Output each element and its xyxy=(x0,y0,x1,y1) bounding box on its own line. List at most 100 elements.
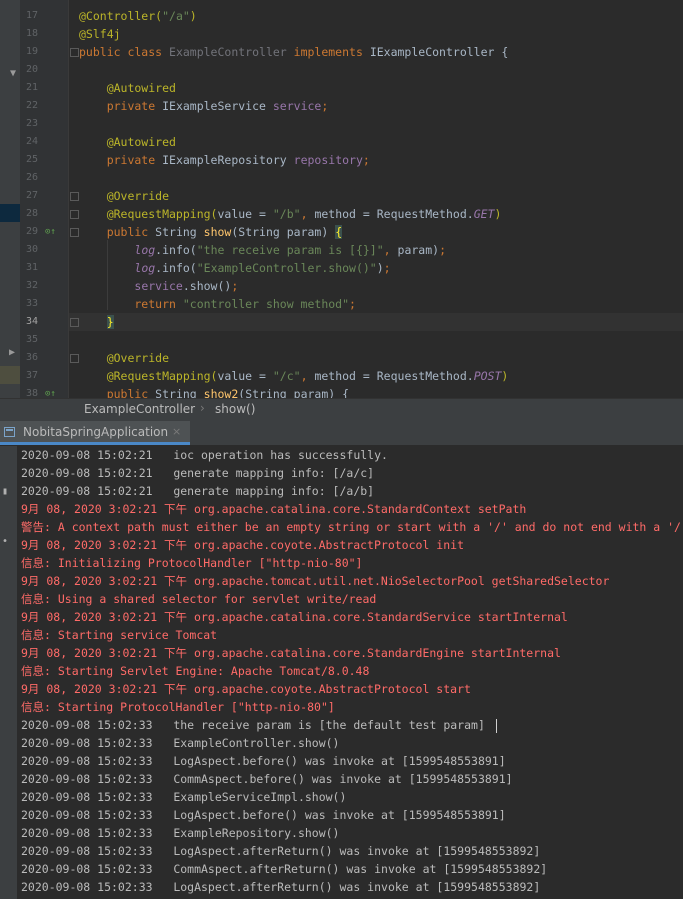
line-number: 32 xyxy=(25,280,38,291)
line-number: 21 xyxy=(25,82,38,93)
code-line[interactable]: @Override xyxy=(79,187,169,205)
code-token: log xyxy=(134,261,156,275)
code-token: ; xyxy=(383,261,391,275)
console-toolbar: ▮ • xyxy=(0,446,17,899)
code-token: { xyxy=(335,225,343,239)
code-line[interactable]: @Override xyxy=(79,349,169,367)
code-token: ; xyxy=(362,153,370,167)
console-line: 2020-09-08 15:02:33 LogAspect.afterRetur… xyxy=(21,880,541,894)
code-line[interactable]: } xyxy=(79,313,114,331)
override-implements-icon[interactable]: ⊙↑ xyxy=(45,385,56,398)
code-token: public xyxy=(79,225,156,239)
code-editor[interactable]: ▼ ▶ 17 @Controller("/a") 18 @Slf4j 19 public … xyxy=(0,0,683,398)
line-number: 25 xyxy=(25,154,38,165)
code-token: , xyxy=(300,369,315,383)
console-line: 2020-09-08 15:02:21 generate mapping inf… xyxy=(21,466,375,480)
code-token: "/b" xyxy=(272,207,301,221)
line-number: 22 xyxy=(25,100,38,111)
rerun-icon[interactable]: ▮ xyxy=(2,486,8,497)
code-token: String xyxy=(155,225,204,239)
code-token: } xyxy=(106,315,114,329)
line-number: 18 xyxy=(25,28,38,39)
code-token: public xyxy=(79,387,156,398)
text-caret xyxy=(496,719,497,733)
code-token: @Override xyxy=(79,351,170,365)
console-line-stderr: 信息: Initializing ProtocolHandler ["http-… xyxy=(21,556,363,570)
code-token: ) xyxy=(494,207,502,221)
code-line[interactable]: public String show2(String param) { xyxy=(79,385,349,398)
console-line: 2020-09-08 15:02:33 ExampleController.sh… xyxy=(21,736,340,750)
code-line[interactable]: @Autowired xyxy=(79,133,176,151)
code-line[interactable]: service.show(); xyxy=(79,277,238,295)
line-number: 29 xyxy=(25,226,38,237)
scroll-to-end-icon[interactable]: • xyxy=(2,536,8,547)
code-token: public class xyxy=(79,45,170,59)
tab-run-configuration[interactable]: NobitaSpringApplication × xyxy=(0,421,190,445)
console-line-stderr: 9月 08, 2020 3:02:21 下午 org.apache.coyote… xyxy=(21,538,464,552)
line-number: 26 xyxy=(25,172,38,183)
code-token: .info( xyxy=(155,261,197,275)
code-token: @Override xyxy=(79,189,170,203)
line-number: 24 xyxy=(25,136,38,147)
line-number: 19 xyxy=(25,46,38,57)
fold-marker-icon[interactable] xyxy=(70,192,79,201)
line-number: 34 xyxy=(25,316,38,327)
code-line[interactable]: @Controller("/a") xyxy=(79,7,197,25)
console-line: 2020-09-08 15:02:21 generate mapping inf… xyxy=(21,484,375,498)
code-token: "controller show method" xyxy=(182,297,350,311)
line-number: 31 xyxy=(25,262,38,273)
console-line-stderr: 信息: Starting Servlet Engine: Apache Tomc… xyxy=(21,664,370,678)
expand-arrow-icon[interactable]: ▶ xyxy=(9,347,15,358)
code-token: show2 xyxy=(203,387,239,398)
code-line[interactable]: private IExampleService service; xyxy=(79,97,329,115)
line-number: 33 xyxy=(25,298,38,309)
code-line[interactable]: public String show(String param) { xyxy=(79,223,343,241)
code-token: return xyxy=(79,297,183,311)
run-console[interactable]: ▮ • 2020-09-08 15:02:21 ioc operation ha… xyxy=(0,446,683,899)
console-output[interactable]: 2020-09-08 15:02:21 ioc operation has su… xyxy=(21,446,683,896)
code-line[interactable]: return "controller show method"; xyxy=(79,295,356,313)
override-implements-icon[interactable]: ⊙↑ xyxy=(45,223,56,241)
code-line[interactable]: @Slf4j xyxy=(79,25,121,43)
console-icon xyxy=(4,427,15,437)
fold-marker-icon[interactable] xyxy=(70,48,79,57)
line-number: 35 xyxy=(25,334,38,345)
close-icon[interactable]: × xyxy=(172,425,181,438)
fold-marker-icon[interactable] xyxy=(70,228,79,237)
fold-marker-icon[interactable] xyxy=(70,354,79,363)
code-line[interactable]: public class ExampleController implement… xyxy=(79,43,508,61)
code-token: "the receive param is [{}]" xyxy=(196,243,384,257)
code-token: log xyxy=(134,243,156,257)
code-line[interactable]: @Autowired xyxy=(79,79,176,97)
console-line-stderr: 9月 08, 2020 3:02:21 下午 org.apache.tomcat… xyxy=(21,574,610,588)
code-line[interactable]: @RequestMapping(value = "/c", method = R… xyxy=(79,367,509,385)
fold-marker-icon[interactable] xyxy=(70,318,79,327)
code-token: @Controller( xyxy=(79,9,163,23)
code-token: POST xyxy=(473,369,502,383)
console-line: 2020-09-08 15:02:33 ExampleServiceImpl.s… xyxy=(21,790,347,804)
collapse-arrow-icon[interactable]: ▼ xyxy=(10,68,16,79)
console-line: 2020-09-08 15:02:33 LogAspect.before() w… xyxy=(21,808,506,822)
code-token: param) xyxy=(397,243,440,257)
line-number: 23 xyxy=(25,118,38,129)
code-line[interactable]: private IExampleRepository repository; xyxy=(79,151,370,169)
tree-selection-highlight-secondary xyxy=(0,366,20,384)
code-token: value = xyxy=(217,207,273,221)
code-line[interactable]: log.info("ExampleController.show()"); xyxy=(79,259,391,277)
code-token: @Slf4j xyxy=(79,27,121,41)
breadcrumb-class[interactable]: ExampleController xyxy=(84,402,195,416)
line-number: 27 xyxy=(25,190,38,201)
code-token: ExampleController xyxy=(169,45,294,59)
breadcrumb: ExampleController › show() xyxy=(0,398,683,421)
code-line[interactable]: @RequestMapping(value = "/b", method = R… xyxy=(79,205,502,223)
code-token: ; xyxy=(349,297,356,311)
breadcrumb-method[interactable]: show() xyxy=(215,402,255,416)
code-line[interactable]: log.info("the receive param is [{}]", pa… xyxy=(79,241,446,259)
code-token: show xyxy=(203,225,232,239)
console-line-stderr: 9月 08, 2020 3:02:21 下午 org.apache.catali… xyxy=(21,646,561,660)
code-token: ; xyxy=(439,243,446,257)
code-token: .info( xyxy=(155,243,197,257)
fold-marker-icon[interactable] xyxy=(70,210,79,219)
code-token: , xyxy=(300,207,315,221)
